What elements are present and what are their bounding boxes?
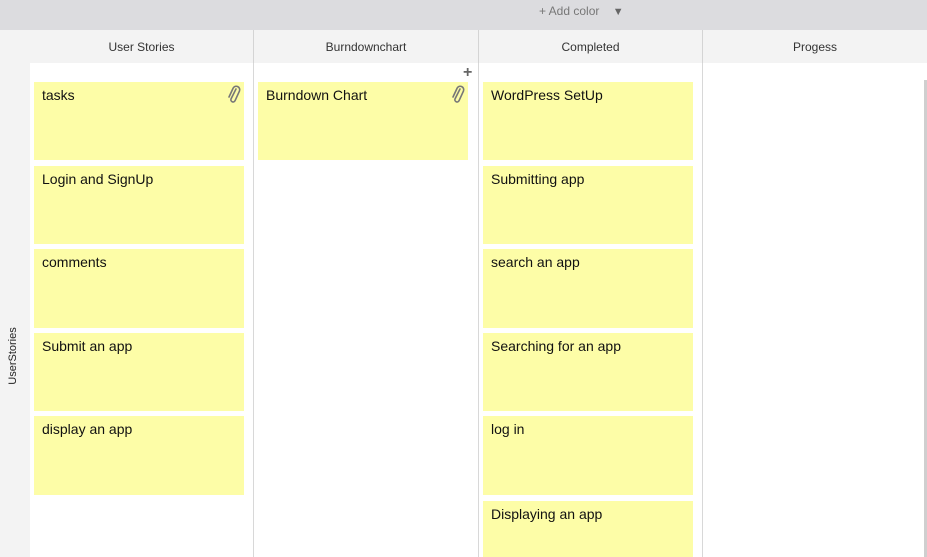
sticky-note[interactable]: Submit an app <box>34 333 244 411</box>
note-text: Submitting app <box>491 171 585 187</box>
column-header-completed[interactable]: Completed <box>479 30 703 63</box>
note-text: Displaying an app <box>491 506 603 522</box>
column-progess <box>703 63 924 557</box>
sticky-note[interactable]: Submitting app <box>483 166 693 244</box>
column-title: Completed <box>561 39 620 54</box>
row-label: UserStories <box>7 327 19 385</box>
sticky-note[interactable]: display an app <box>34 416 244 495</box>
sticky-note[interactable]: Login and SignUp <box>34 166 244 244</box>
top-toolbar: + Add color ▼ <box>0 0 927 30</box>
paperclip-icon[interactable] <box>451 85 465 105</box>
add-color-button[interactable]: + Add color ▼ <box>539 4 624 18</box>
column-title: Progess <box>792 39 838 54</box>
column-header-burndownchart[interactable]: Burndownchart <box>254 30 479 63</box>
sticky-note[interactable]: search an app <box>483 249 693 328</box>
column-title: Burndownchart <box>325 39 407 54</box>
column-header-progess[interactable]: Progess <box>703 30 927 63</box>
note-text: tasks <box>42 87 75 103</box>
add-color-label: + Add color <box>539 4 600 18</box>
column-title: User Stories <box>108 39 175 54</box>
note-text: log in <box>491 421 525 437</box>
sticky-note[interactable]: comments <box>34 249 244 328</box>
note-text: Login and SignUp <box>42 171 154 187</box>
note-text: Submit an app <box>42 338 133 354</box>
note-text: search an app <box>491 254 580 270</box>
sticky-note[interactable]: Burndown Chart <box>258 82 468 160</box>
note-text: Searching for an app <box>491 338 621 354</box>
paperclip-icon[interactable] <box>227 85 241 105</box>
note-text: comments <box>42 254 107 270</box>
sticky-note[interactable]: Displaying an app <box>483 501 693 557</box>
note-text: display an app <box>42 421 133 437</box>
row-header: UserStories <box>0 30 30 557</box>
sticky-note[interactable]: Searching for an app <box>483 333 693 411</box>
sticky-note[interactable]: WordPress SetUp <box>483 82 693 160</box>
caret-down-icon[interactable]: ▼ <box>613 6 624 18</box>
sticky-note[interactable]: log in <box>483 416 693 495</box>
plus-icon[interactable]: + <box>463 64 472 82</box>
note-text: Burndown Chart <box>266 87 368 103</box>
column-header-user-stories[interactable]: User Stories <box>30 30 254 63</box>
sticky-note[interactable]: tasks <box>34 82 244 160</box>
note-text: WordPress SetUp <box>491 87 603 103</box>
